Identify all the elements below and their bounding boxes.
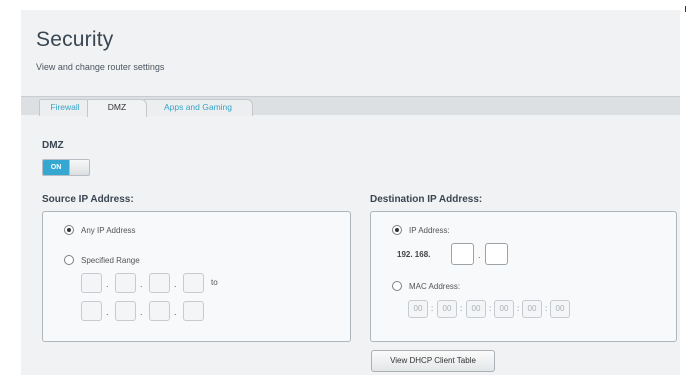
ip-dot: . — [140, 279, 143, 289]
mac-address-option[interactable]: MAC Address: — [392, 281, 460, 291]
dest-ip-octet-3[interactable] — [451, 243, 474, 265]
ip-dot: . — [478, 250, 481, 260]
view-dhcp-client-table-button[interactable]: View DHCP Client Table — [371, 350, 495, 372]
any-ip-option[interactable]: Any IP Address — [64, 225, 136, 235]
range-to-octet-3[interactable] — [149, 301, 170, 321]
mac-octet-2[interactable]: 00 — [437, 300, 457, 318]
ip-prefix: 192. 168. — [397, 250, 431, 259]
specified-range-label: Specified Range — [81, 255, 140, 265]
mac-octet-3[interactable]: 00 — [466, 300, 486, 318]
ip-dot: . — [174, 307, 177, 317]
range-from-octet-2[interactable] — [115, 273, 136, 293]
ip-dot: . — [140, 307, 143, 317]
mac-octet-1[interactable]: 00 — [408, 300, 428, 318]
tab-bar: Firewall DMZ Apps and Gaming — [21, 96, 680, 117]
mac-separator: : — [545, 304, 548, 313]
toggle-on-label: ON — [43, 160, 69, 175]
dmz-content: DMZ ON Source IP Address: Destination IP… — [21, 115, 680, 375]
mac-separator: : — [431, 304, 434, 313]
ip-dot: . — [106, 279, 109, 289]
edge-mark — [685, 6, 686, 12]
tab-firewall[interactable]: Firewall — [39, 99, 91, 116]
destination-ip-box: IP Address: 192. 168. . MAC Address: 00 … — [370, 211, 677, 342]
specified-range-radio[interactable] — [64, 255, 74, 265]
page-title: Security — [36, 28, 114, 51]
mac-separator: : — [489, 304, 492, 313]
dest-ip-octet-4[interactable] — [485, 243, 508, 265]
range-to-label: to — [211, 278, 218, 287]
dmz-toggle[interactable]: ON — [42, 159, 90, 176]
tab-dmz[interactable]: DMZ — [87, 99, 147, 117]
range-to-octet-2[interactable] — [115, 301, 136, 321]
mac-octet-5[interactable]: 00 — [522, 300, 542, 318]
range-from-octet-4[interactable] — [183, 273, 204, 293]
toggle-knob — [69, 160, 89, 175]
tab-apps-and-gaming[interactable]: Apps and Gaming — [143, 99, 253, 116]
source-ip-box: Any IP Address Specified Range . . . to … — [42, 211, 351, 342]
range-from-octet-3[interactable] — [149, 273, 170, 293]
destination-ip-title: Destination IP Address: — [370, 194, 483, 205]
mac-address-radio[interactable] — [392, 281, 402, 291]
source-ip-title: Source IP Address: — [42, 194, 134, 205]
range-to-octet-4[interactable] — [183, 301, 204, 321]
ip-address-radio[interactable] — [392, 225, 402, 235]
specified-range-option[interactable]: Specified Range — [64, 255, 140, 265]
mac-address-label: MAC Address: — [409, 281, 461, 291]
ip-dot: . — [174, 279, 177, 289]
range-from-octet-1[interactable] — [81, 273, 102, 293]
dmz-section-title: DMZ — [42, 140, 64, 151]
mac-separator: : — [460, 304, 463, 313]
range-to-octet-1[interactable] — [81, 301, 102, 321]
any-ip-radio[interactable] — [64, 225, 74, 235]
page-header: Security View and change router settings — [21, 10, 680, 96]
mac-octet-4[interactable]: 00 — [494, 300, 514, 318]
ip-address-label: IP Address: — [409, 225, 450, 235]
page-subtitle: View and change router settings — [36, 62, 165, 72]
ip-dot: . — [106, 307, 109, 317]
mac-octet-6[interactable]: 00 — [550, 300, 570, 318]
any-ip-label: Any IP Address — [81, 225, 136, 235]
security-panel: Security View and change router settings… — [21, 10, 680, 375]
ip-address-option[interactable]: IP Address: — [392, 225, 450, 235]
mac-separator: : — [517, 304, 520, 313]
